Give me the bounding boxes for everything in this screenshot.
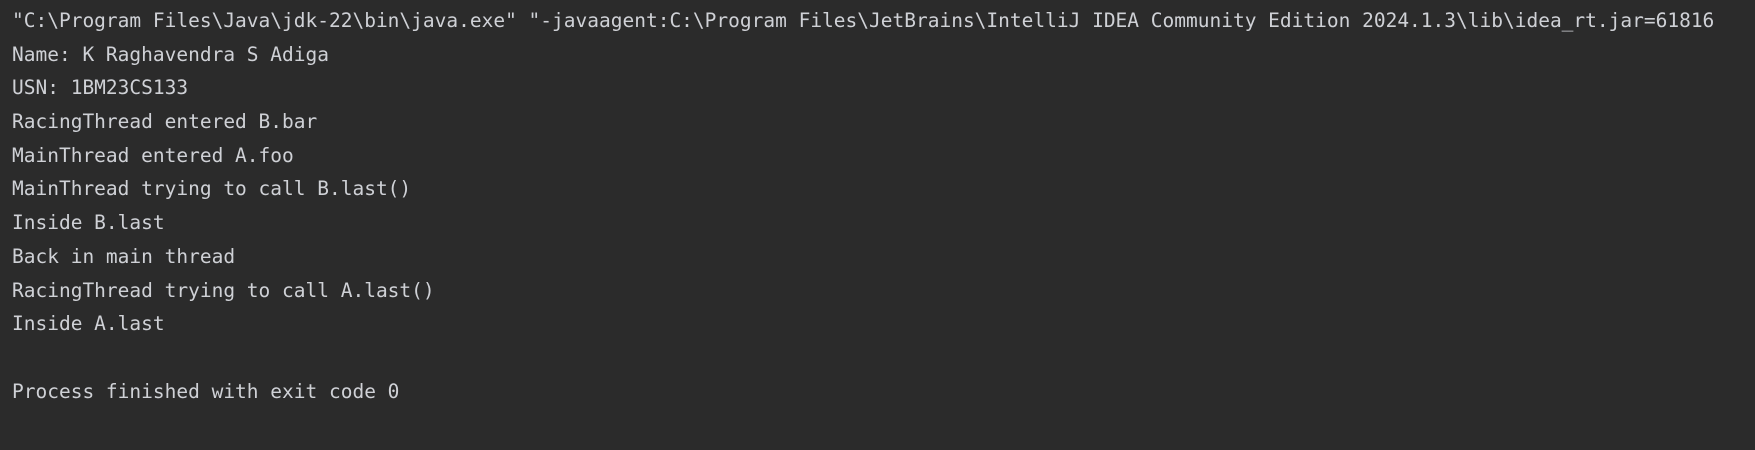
console-output[interactable]: "C:\Program Files\Java\jdk-22\bin\java.e… <box>0 0 1755 450</box>
console-line-exit-status: Process finished with exit code 0 <box>12 379 400 403</box>
console-line: MainThread trying to call B.last() <box>12 177 412 201</box>
console-line: Back in main thread <box>12 244 236 268</box>
console-line-usn: USN: 1BM23CS133 <box>12 76 189 100</box>
console-line: RacingThread entered B.bar <box>12 110 318 134</box>
console-line: Inside B.last <box>12 211 165 235</box>
console-line: Inside A.last <box>12 312 165 336</box>
console-line: MainThread entered A.foo <box>12 143 294 167</box>
console-line: RacingThread trying to call A.last() <box>12 278 435 302</box>
console-line-command: "C:\Program Files\Java\jdk-22\bin\java.e… <box>12 9 1715 32</box>
console-line-name: Name: K Raghavendra S Adiga <box>12 42 329 66</box>
